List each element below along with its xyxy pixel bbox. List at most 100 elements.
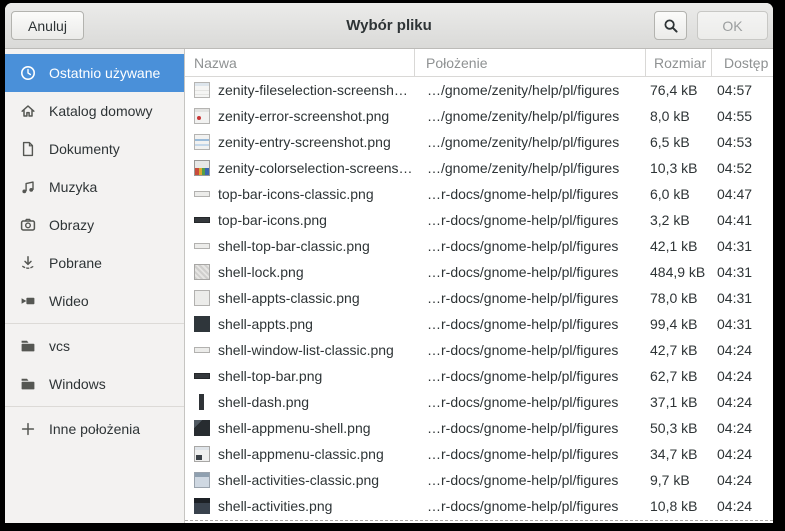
file-accessed: 04:24 (711, 368, 773, 384)
file-list-area: Nazwa Położenie Rozmiar Dostęp zenity-fi… (185, 49, 773, 523)
file-accessed: 04:24 (711, 472, 773, 488)
sidebar-item-windows[interactable]: Windows (5, 365, 184, 403)
file-name-cell: top-bar-icons-classic.png (185, 186, 414, 202)
file-row[interactable]: zenity-fileselection-screensh……/gnome/ze… (185, 77, 773, 103)
sidebar-item-katalog-domowy[interactable]: Katalog domowy (5, 92, 184, 130)
sidebar-item-label: Windows (49, 376, 106, 392)
file-name: shell-appmenu-classic.png (218, 446, 384, 462)
file-name-cell: shell-dash.png (185, 394, 414, 410)
music-icon (20, 179, 36, 195)
file-location: …r-docs/gnome-help/pl/figures (414, 446, 645, 462)
file-thumbnail-icon (194, 446, 210, 462)
file-location: …r-docs/gnome-help/pl/figures (414, 342, 645, 358)
file-name: shell-lock.png (218, 264, 304, 280)
file-name: zenity-error-screenshot.png (218, 108, 389, 124)
file-name-cell: zenity-entry-screenshot.png (185, 134, 414, 150)
file-name-cell: shell-appmenu-shell.png (185, 420, 414, 436)
file-accessed: 04:53 (711, 134, 773, 150)
column-header-name[interactable]: Nazwa (185, 49, 414, 76)
sidebar-item-inne-polozenia[interactable]: Inne położenia (5, 410, 184, 448)
sidebar-item-label: Obrazy (49, 217, 94, 233)
file-thumbnail-icon (194, 420, 210, 436)
file-thumbnail-icon (194, 342, 210, 358)
file-row[interactable]: shell-appts.png…r-docs/gnome-help/pl/fig… (185, 311, 773, 337)
screen: { "window": { "title": "Wybór pliku" }, … (0, 0, 785, 531)
file-name: shell-top-bar-classic.png (218, 238, 370, 254)
file-row[interactable]: shell-dash.png…r-docs/gnome-help/pl/figu… (185, 389, 773, 415)
file-location: …r-docs/gnome-help/pl/figures (414, 498, 645, 514)
home-icon (20, 103, 36, 119)
file-row[interactable]: shell-activities-classic.png…r-docs/gnom… (185, 467, 773, 493)
sidebar-separator (5, 323, 184, 324)
file-accessed: 04:57 (711, 82, 773, 98)
sidebar-item-label: vcs (49, 338, 70, 354)
file-size: 3,2 kB (645, 212, 711, 228)
file-name-cell: top-bar-icons.png (185, 212, 414, 228)
file-thumbnail-icon (194, 394, 210, 410)
file-accessed: 04:31 (711, 316, 773, 332)
file-row[interactable]: shell-appts-classic.png…r-docs/gnome-hel… (185, 285, 773, 311)
dialog-content: Ostatnio używane Katalog domowy Dokumenty M… (5, 49, 773, 523)
file-name: shell-top-bar.png (218, 368, 322, 384)
search-button[interactable] (654, 11, 687, 40)
file-name-cell: zenity-colorselection-screens… (185, 160, 414, 176)
file-name: shell-window-list-classic.png (218, 342, 394, 358)
camera-icon (20, 217, 36, 233)
cancel-button[interactable]: Anuluj (11, 11, 84, 40)
file-name-cell: shell-activities-classic.png (185, 472, 414, 488)
file-row[interactable]: zenity-error-screenshot.png…/gnome/zenit… (185, 103, 773, 129)
column-header-size[interactable]: Rozmiar (645, 49, 711, 76)
file-row[interactable]: shell-top-bar.png …r-docs/gnome-help/pl/f… (185, 363, 773, 389)
file-name-cell: shell-appmenu-classic.png (185, 446, 414, 462)
clock-icon (20, 65, 36, 81)
sidebar-item-muzyka[interactable]: Muzyka (5, 168, 184, 206)
sidebar-item-label: Inne położenia (49, 421, 140, 437)
file-accessed: 04:31 (711, 264, 773, 280)
file-location: …/gnome/zenity/help/pl/figures (414, 160, 645, 176)
file-row[interactable]: shell-appmenu-classic.png …r-docs/gnome-h… (185, 441, 773, 467)
file-row[interactable]: shell-lock.png…r-docs/gnome-help/pl/figu… (185, 259, 773, 285)
file-row[interactable]: top-bar-icons-classic.png…r-docs/gnome-h… (185, 181, 773, 207)
folder-icon (20, 376, 36, 392)
sidebar-item-pobrane[interactable]: Pobrane (5, 244, 184, 282)
file-location: …r-docs/gnome-help/pl/figures (414, 368, 645, 384)
sidebar-item-label: Dokumenty (49, 141, 120, 157)
video-icon (20, 293, 36, 309)
file-location: …r-docs/gnome-help/pl/figures (414, 472, 645, 488)
sidebar-item-label: Katalog domowy (49, 103, 153, 119)
file-row[interactable]: zenity-colorselection-screens……/gnome/ze… (185, 155, 773, 181)
sidebar-item-obrazy[interactable]: Obrazy (5, 206, 184, 244)
file-row[interactable]: zenity-entry-screenshot.png…/gnome/zenit… (185, 129, 773, 155)
file-name-cell: zenity-error-screenshot.png (185, 108, 414, 124)
file-row[interactable]: shell-activities.png…r-docs/gnome-help/p… (185, 493, 773, 519)
file-name-cell: shell-activities.png (185, 498, 414, 514)
file-thumbnail-icon (194, 290, 210, 306)
folder-icon (20, 338, 36, 354)
file-name: shell-appmenu-shell.png (218, 420, 371, 436)
file-location: …r-docs/gnome-help/pl/figures (414, 316, 645, 332)
file-size: 484,9 kB (645, 264, 711, 280)
column-header-accessed[interactable]: Dostęp (711, 49, 773, 76)
file-name: shell-appts-classic.png (218, 290, 360, 306)
file-row[interactable]: top-bar-icons.png…r-docs/gnome-help/pl/f… (185, 207, 773, 233)
file-name-cell: zenity-fileselection-screensh… (185, 82, 414, 98)
sidebar-item-vcs[interactable]: vcs (5, 327, 184, 365)
file-list: zenity-fileselection-screensh… …/gnome/ze… (185, 77, 773, 523)
plus-icon (20, 421, 36, 437)
column-header-location[interactable]: Położenie (414, 49, 645, 76)
file-size: 42,1 kB (645, 238, 711, 254)
file-name-cell: shell-top-bar.png (185, 368, 414, 384)
file-row[interactable]: shell-appmenu-shell.png…r-docs/gnome-hel… (185, 415, 773, 441)
sidebar-separator (5, 406, 184, 407)
file-size: 8,0 kB (645, 108, 711, 124)
sidebar-item-ostatnio-uzywane[interactable]: Ostatnio używane (5, 54, 184, 92)
file-location: …r-docs/gnome-help/pl/figures (414, 394, 645, 410)
file-location: …r-docs/gnome-help/pl/figures (414, 212, 645, 228)
file-size: 10,8 kB (645, 498, 711, 514)
file-thumbnail-icon (194, 498, 210, 514)
file-row[interactable]: shell-window-list-classic.png …r-docs/gno… (185, 337, 773, 363)
sidebar-item-wideo[interactable]: Wideo (5, 282, 184, 320)
file-row[interactable]: shell-top-bar-classic.png…r-docs/gnome-h… (185, 233, 773, 259)
sidebar-item-dokumenty[interactable]: Dokumenty (5, 130, 184, 168)
ok-button[interactable]: OK (697, 11, 768, 40)
